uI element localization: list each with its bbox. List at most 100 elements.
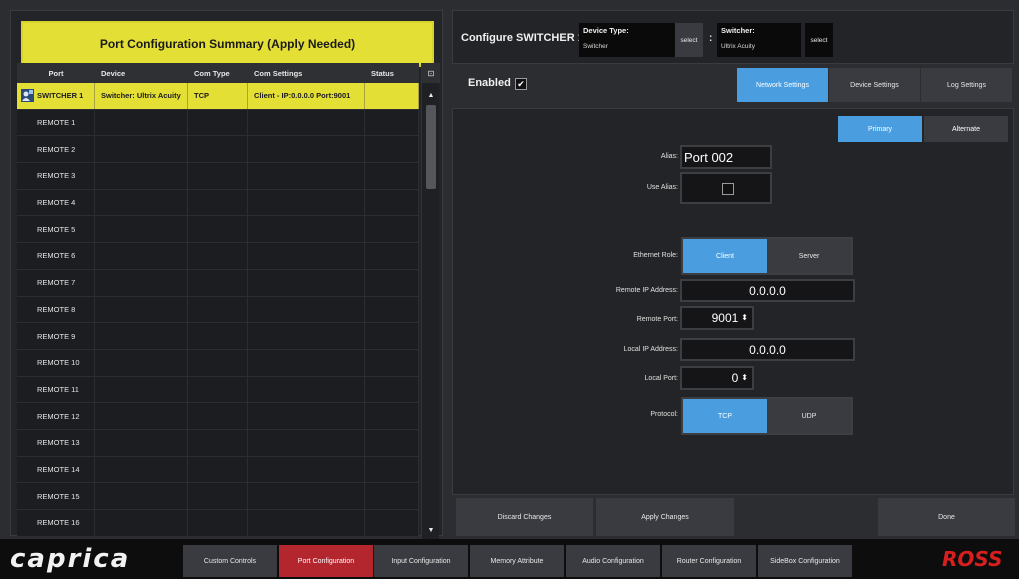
- done-button[interactable]: Done: [878, 498, 1015, 536]
- row-port: REMOTE 12: [17, 403, 95, 429]
- ethernet-role-server[interactable]: Server: [767, 239, 851, 273]
- table-scrollbar[interactable]: ⊡ ▲ ▼: [421, 63, 440, 541]
- protocol-tcp[interactable]: TCP: [683, 399, 767, 433]
- row-port: REMOTE 6: [17, 243, 95, 269]
- row-port: REMOTE 4: [17, 189, 95, 216]
- col-status[interactable]: Status: [365, 63, 419, 83]
- column-settings-icon[interactable]: ⊡: [422, 63, 440, 83]
- local-port-value: 0: [731, 371, 739, 385]
- switcher-label: Switcher:: [721, 26, 755, 35]
- row-port: REMOTE 15: [17, 483, 95, 509]
- row-port: REMOTE 3: [17, 163, 95, 189]
- remote-ip-label: Remote IP Address:: [615, 287, 678, 294]
- local-ip-label: Local IP Address:: [623, 346, 678, 353]
- table-row[interactable]: REMOTE 4: [17, 189, 419, 217]
- nav-port-configuration[interactable]: Port Configuration: [279, 545, 373, 577]
- protocol-udp[interactable]: UDP: [767, 399, 851, 433]
- table-row[interactable]: REMOTE 16: [17, 510, 419, 537]
- row-port: REMOTE 1: [17, 109, 95, 136]
- device-type-value: Switcher: [583, 43, 608, 50]
- col-com-settings[interactable]: Com Settings: [248, 63, 365, 83]
- device-type-label: Device Type:: [583, 26, 629, 35]
- row-port: REMOTE 14: [17, 456, 95, 483]
- enabled-checkbox[interactable]: ✔: [515, 78, 527, 90]
- device-type-select-button[interactable]: select: [675, 23, 703, 57]
- table-header: Port Device Com Type Com Settings Status: [17, 63, 419, 83]
- use-alias-field: [680, 172, 772, 204]
- nav-audio-configuration[interactable]: Audio Configuration: [566, 545, 660, 577]
- row-port: REMOTE 7: [17, 269, 95, 296]
- port-summary-panel: Port Configuration Summary (Apply Needed…: [10, 10, 443, 541]
- tab-network-settings[interactable]: Network Settings: [737, 68, 828, 102]
- discard-changes-button[interactable]: Discard Changes: [456, 498, 593, 536]
- alias-input[interactable]: Port 002: [680, 145, 772, 169]
- table-row[interactable]: REMOTE 6: [17, 243, 419, 270]
- enabled-label: Enabled: [468, 77, 511, 89]
- col-device[interactable]: Device: [95, 63, 188, 83]
- alternate-button[interactable]: Alternate: [924, 116, 1008, 142]
- table-row[interactable]: REMOTE 7: [17, 269, 419, 297]
- table-row[interactable]: REMOTE 15: [17, 483, 419, 510]
- nav-input-configuration[interactable]: Input Configuration: [374, 545, 468, 577]
- table-row[interactable]: REMOTE 3: [17, 163, 419, 190]
- stepper-arrows-icon[interactable]: ⬍: [741, 314, 748, 322]
- table-row[interactable]: REMOTE 14: [17, 456, 419, 484]
- table-row[interactable]: REMOTE 12: [17, 403, 419, 430]
- row-port: REMOTE 11: [17, 376, 95, 403]
- caprica-logo: caprica: [10, 544, 131, 574]
- table-body: SWITCHER 1 Switcher: Ultrix Acuity TCP C…: [17, 83, 419, 537]
- row-port: REMOTE 16: [17, 510, 95, 536]
- table-row[interactable]: SWITCHER 1 Switcher: Ultrix Acuity TCP C…: [17, 83, 419, 110]
- arrow-up-icon[interactable]: ▲: [422, 85, 440, 105]
- local-port-label: Local Port:: [644, 375, 678, 382]
- switcher-select-button[interactable]: select: [805, 23, 833, 57]
- nav-custom-controls[interactable]: Custom Controls: [183, 545, 277, 577]
- remote-ip-input[interactable]: 0.0.0.0: [680, 279, 855, 302]
- table-row[interactable]: REMOTE 8: [17, 296, 419, 324]
- col-port[interactable]: Port: [17, 63, 95, 83]
- row-port: REMOTE 5: [17, 216, 95, 243]
- row-com-type: TCP: [188, 83, 248, 109]
- row-com-settings: Client - IP:0.0.0.0 Port:9001: [248, 83, 365, 109]
- primary-button[interactable]: Primary: [838, 116, 922, 142]
- local-ip-input[interactable]: 0.0.0.0: [680, 338, 855, 361]
- separator-colon: :: [709, 33, 713, 44]
- nav-memory-attribute[interactable]: Memory Attribute: [470, 545, 564, 577]
- row-port: REMOTE 9: [17, 323, 95, 349]
- table-row[interactable]: REMOTE 1: [17, 109, 419, 137]
- use-alias-checkbox[interactable]: [722, 183, 734, 195]
- tab-log-settings[interactable]: Log Settings: [921, 68, 1012, 102]
- row-device: Switcher: Ultrix Acuity: [95, 83, 188, 109]
- switcher-box: Switcher: Ultrix Acuity: [717, 23, 801, 57]
- row-port: SWITCHER 1: [37, 91, 84, 101]
- ethernet-role-client[interactable]: Client: [683, 239, 767, 273]
- local-port-stepper[interactable]: 0 ⬍: [680, 366, 754, 390]
- ethernet-role-label: Ethernet Role:: [633, 252, 678, 259]
- remote-port-value: 9001: [711, 311, 739, 325]
- scroll-thumb[interactable]: [426, 105, 436, 189]
- switcher-value: Ultrix Acuity: [721, 43, 755, 50]
- remote-port-stepper[interactable]: 9001 ⬍: [680, 306, 754, 330]
- table-row[interactable]: REMOTE 9: [17, 323, 419, 350]
- tab-device-settings[interactable]: Device Settings: [829, 68, 920, 102]
- table-row[interactable]: REMOTE 10: [17, 349, 419, 377]
- arrow-down-icon[interactable]: ▼: [422, 519, 440, 541]
- remote-port-label: Remote Port:: [636, 316, 678, 323]
- device-type-box: Device Type: Switcher: [579, 23, 675, 57]
- table-row[interactable]: REMOTE 5: [17, 216, 419, 244]
- alias-label: Alias:: [660, 153, 678, 160]
- apply-changes-button[interactable]: Apply Changes: [596, 498, 734, 536]
- table-row[interactable]: REMOTE 2: [17, 136, 419, 164]
- table-row[interactable]: REMOTE 13: [17, 429, 419, 457]
- configure-header: Configure SWITCHER 1: Device Type: Switc…: [452, 10, 1014, 64]
- nav-sidebox-configuration[interactable]: SideBox Configuration: [758, 545, 852, 577]
- ross-logo: ROSS: [942, 547, 1003, 571]
- protocol-label: Protocol:: [650, 411, 678, 418]
- nav-router-configuration[interactable]: Router Configuration: [662, 545, 756, 577]
- use-alias-label: Use Alias:: [646, 184, 678, 191]
- stepper-arrows-icon[interactable]: ⬍: [741, 374, 748, 382]
- row-port: REMOTE 2: [17, 136, 95, 163]
- table-row[interactable]: REMOTE 11: [17, 376, 419, 404]
- col-com-type[interactable]: Com Type: [188, 63, 248, 83]
- row-port: REMOTE 10: [17, 349, 95, 376]
